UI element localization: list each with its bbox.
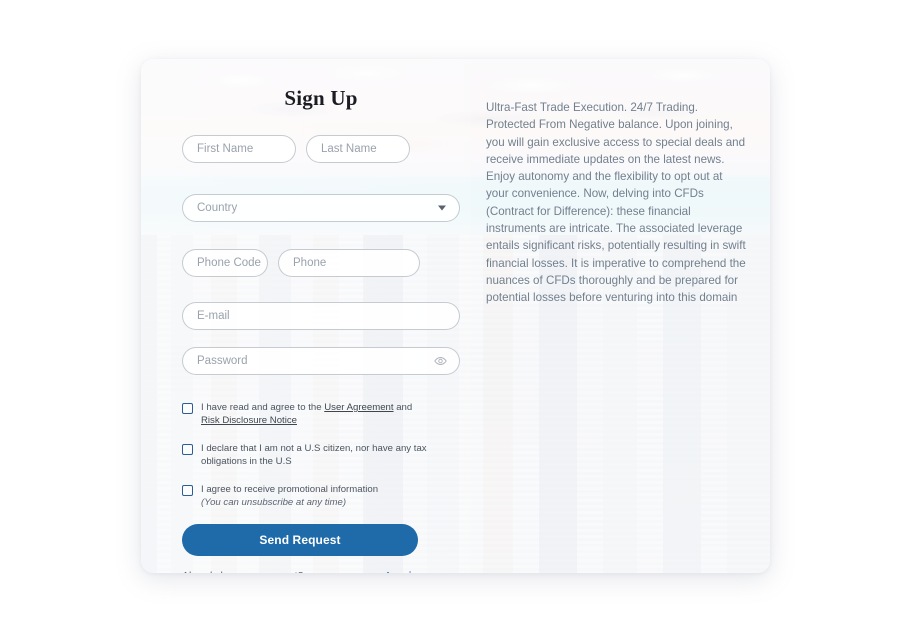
country-placeholder: Country <box>197 202 238 214</box>
signup-card: Sign Up First Name Last Name Country Pho <box>141 59 770 573</box>
name-row: First Name Last Name <box>182 135 460 163</box>
consent-row-promotional[interactable]: I agree to receive promotional informati… <box>182 483 460 509</box>
page-title: Sign Up <box>284 86 358 110</box>
country-select[interactable]: Country <box>182 194 460 222</box>
send-request-button[interactable]: Send Request <box>182 524 418 556</box>
checkbox-us-citizen[interactable] <box>182 444 193 455</box>
email-input[interactable]: E-mail <box>182 302 460 330</box>
first-name-input[interactable]: First Name <box>182 135 296 163</box>
consent-row-agreement[interactable]: I have read and agree to the User Agreem… <box>182 401 460 427</box>
email-placeholder: E-mail <box>197 310 230 322</box>
phone-code-placeholder: Phone Code <box>197 257 261 269</box>
chevron-down-icon <box>438 205 446 211</box>
already-have-account-text: Already have an account? <box>182 570 303 573</box>
consent-label-promotional: I agree to receive promotional informati… <box>201 483 378 509</box>
checkbox-user-agreement[interactable] <box>182 403 193 414</box>
phone-code-input[interactable]: Phone Code <box>182 249 268 277</box>
consent-text-middle: and <box>393 402 413 413</box>
card-content: Sign Up First Name Last Name Country Pho <box>141 59 770 573</box>
password-input[interactable]: Password <box>182 347 460 375</box>
consent-label-agreement: I have read and agree to the User Agreem… <box>201 401 429 427</box>
promotional-subtext: (You can unsubscribe at any time) <box>201 497 347 508</box>
phone-input[interactable]: Phone <box>278 249 420 277</box>
consent-text-before: I have read and agree to the <box>201 402 325 413</box>
last-name-placeholder: Last Name <box>321 143 377 155</box>
phone-placeholder: Phone <box>293 257 327 269</box>
last-name-input[interactable]: Last Name <box>306 135 410 163</box>
marketing-disclaimer-text: Ultra-Fast Trade Execution. 24/7 Trading… <box>486 101 746 305</box>
login-footer: Already have an account? Log in <box>182 570 418 573</box>
page-root: Sign Up First Name Last Name Country Pho <box>0 0 903 639</box>
risk-disclosure-link[interactable]: Risk Disclosure Notice <box>201 415 297 426</box>
consent-checkbox-group: I have read and agree to the User Agreem… <box>182 401 460 509</box>
first-name-placeholder: First Name <box>197 143 254 155</box>
checkbox-promotional[interactable] <box>182 485 193 496</box>
password-placeholder: Password <box>197 355 248 367</box>
phone-row: Phone Code Phone <box>182 249 460 277</box>
user-agreement-link[interactable]: User Agreement <box>324 402 393 413</box>
signup-form: Sign Up First Name Last Name Country Pho <box>182 59 460 573</box>
consent-row-us-citizen[interactable]: I declare that I am not a U.S citizen, n… <box>182 442 460 468</box>
log-in-link[interactable]: Log in <box>387 570 419 573</box>
toggle-password-visibility-icon[interactable] <box>434 355 447 368</box>
promotional-text: I agree to receive promotional informati… <box>201 484 379 495</box>
consent-label-us-citizen: I declare that I am not a U.S citizen, n… <box>201 443 427 467</box>
